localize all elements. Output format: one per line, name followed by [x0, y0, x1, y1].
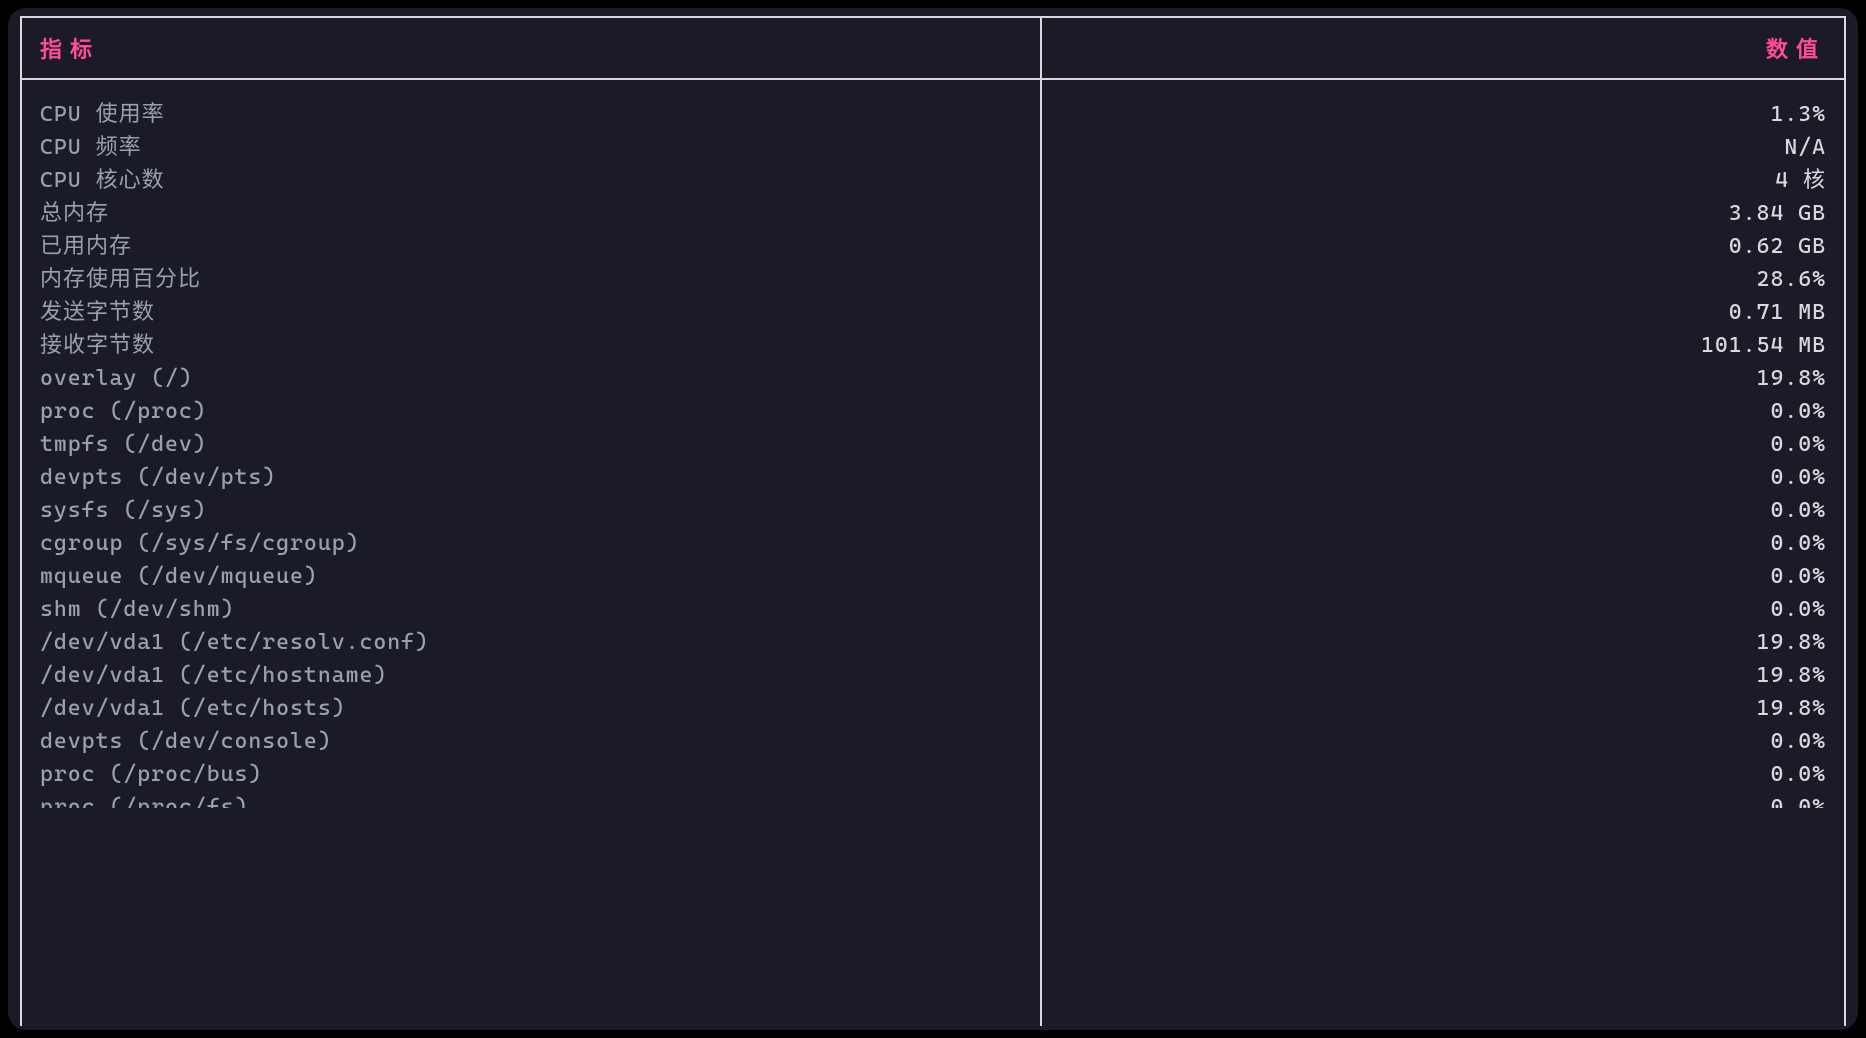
metric-value: 0.71 MB	[1060, 296, 1826, 329]
metric-value: 0.0%	[1060, 428, 1826, 461]
metric-value: 0.0%	[1060, 725, 1826, 758]
table-body: CPU 使用率CPU 频率CPU 核心数总内存已用内存内存使用百分比发送字节数接…	[22, 80, 1844, 1026]
metric-label: tmpfs (/dev)	[40, 428, 1022, 461]
metric-label: CPU 核心数	[40, 164, 1022, 197]
metric-label: sysfs (/sys)	[40, 494, 1022, 527]
metric-value: 0.0%	[1060, 791, 1826, 808]
metric-label: mqueue (/dev/mqueue)	[40, 560, 1022, 593]
metric-value: 0.0%	[1060, 560, 1826, 593]
metric-label: /dev/vda1 (/etc/hosts)	[40, 692, 1022, 725]
header-cell-metric: 指标	[22, 18, 1042, 78]
metric-label: CPU 频率	[40, 131, 1022, 164]
metric-value: 3.84 GB	[1060, 197, 1826, 230]
metric-value: 1.3%	[1060, 98, 1826, 131]
metric-value: 19.8%	[1060, 626, 1826, 659]
metric-value: 28.6%	[1060, 263, 1826, 296]
metric-label: 已用内存	[40, 230, 1022, 263]
metric-label: overlay (/)	[40, 362, 1022, 395]
metric-column: CPU 使用率CPU 频率CPU 核心数总内存已用内存内存使用百分比发送字节数接…	[22, 80, 1042, 1026]
metric-label: proc (/proc/fs)	[40, 791, 1022, 808]
metric-label: 接收字节数	[40, 329, 1022, 362]
metric-value: 0.0%	[1060, 758, 1826, 791]
metric-value: 101.54 MB	[1060, 329, 1826, 362]
metric-value: 0.0%	[1060, 395, 1826, 428]
metrics-panel: 指标 数值 CPU 使用率CPU 频率CPU 核心数总内存已用内存内存使用百分比…	[8, 8, 1858, 1030]
table-header: 指标 数值	[22, 18, 1844, 80]
metric-label: proc (/proc)	[40, 395, 1022, 428]
header-cell-value: 数值	[1042, 18, 1844, 78]
metric-value: 0.62 GB	[1060, 230, 1826, 263]
metric-label: proc (/proc/bus)	[40, 758, 1022, 791]
header-value-label: 数值	[1766, 32, 1826, 64]
metric-label: 总内存	[40, 197, 1022, 230]
metric-label: cgroup (/sys/fs/cgroup)	[40, 527, 1022, 560]
header-metric-label: 指标	[40, 32, 100, 64]
metric-value: 0.0%	[1060, 593, 1826, 626]
metric-label: 内存使用百分比	[40, 263, 1022, 296]
metric-value: 0.0%	[1060, 494, 1826, 527]
metric-value: 19.8%	[1060, 659, 1826, 692]
metric-value: N/A	[1060, 131, 1826, 164]
metric-label: 发送字节数	[40, 296, 1022, 329]
metrics-table: 指标 数值 CPU 使用率CPU 频率CPU 核心数总内存已用内存内存使用百分比…	[20, 16, 1846, 1026]
metric-value: 19.8%	[1060, 362, 1826, 395]
value-column: 1.3%N/A4 核3.84 GB0.62 GB28.6%0.71 MB101.…	[1042, 80, 1844, 1026]
metric-value: 19.8%	[1060, 692, 1826, 725]
metric-value: 0.0%	[1060, 461, 1826, 494]
metric-label: devpts (/dev/pts)	[40, 461, 1022, 494]
metric-value: 4 核	[1060, 164, 1826, 197]
metric-label: /dev/vda1 (/etc/resolv.conf)	[40, 626, 1022, 659]
metric-label: devpts (/dev/console)	[40, 725, 1022, 758]
metric-label: CPU 使用率	[40, 98, 1022, 131]
metric-label: shm (/dev/shm)	[40, 593, 1022, 626]
metric-value: 0.0%	[1060, 527, 1826, 560]
metric-label: /dev/vda1 (/etc/hostname)	[40, 659, 1022, 692]
